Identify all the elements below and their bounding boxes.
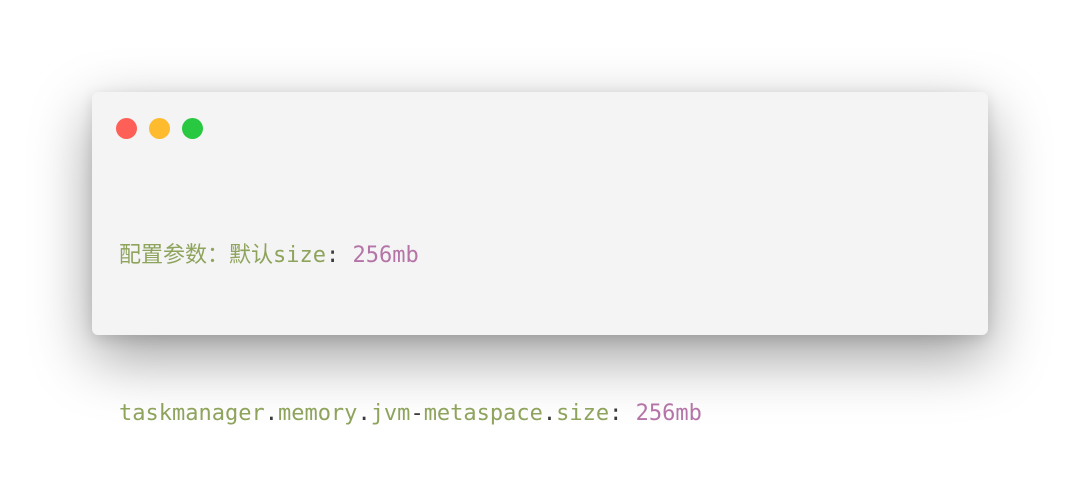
value-text: 256mb: [635, 401, 702, 426]
dot-separator: .: [264, 401, 278, 426]
comment-text: 配置参数：默认size: [119, 243, 326, 268]
dot-separator: .: [542, 401, 557, 426]
colon: :: [325, 243, 340, 268]
dot-separator: .: [357, 401, 371, 426]
minimize-dot-icon[interactable]: [149, 118, 170, 139]
key-segment: metaspace: [423, 401, 543, 426]
code-line-2: taskmanager.memory.jvm-metaspace.size: 2…: [119, 398, 968, 430]
code-block: 配置参数：默认size: 256mb taskmanager.memory.jv…: [119, 176, 968, 494]
key-segment: size: [556, 401, 610, 426]
window-controls: [116, 118, 203, 139]
value-text: 256mb: [352, 243, 419, 268]
maximize-dot-icon[interactable]: [182, 118, 203, 139]
colon: :: [609, 401, 623, 426]
key-segment: memory: [277, 401, 358, 426]
key-segment: taskmanager: [119, 401, 265, 426]
dash-separator: -: [410, 401, 424, 426]
code-window: 配置参数：默认size: 256mb taskmanager.memory.jv…: [92, 92, 988, 426]
key-segment: jvm: [370, 401, 411, 426]
code-line-1: 配置参数：默认size: 256mb: [119, 240, 968, 272]
close-dot-icon[interactable]: [116, 118, 137, 139]
